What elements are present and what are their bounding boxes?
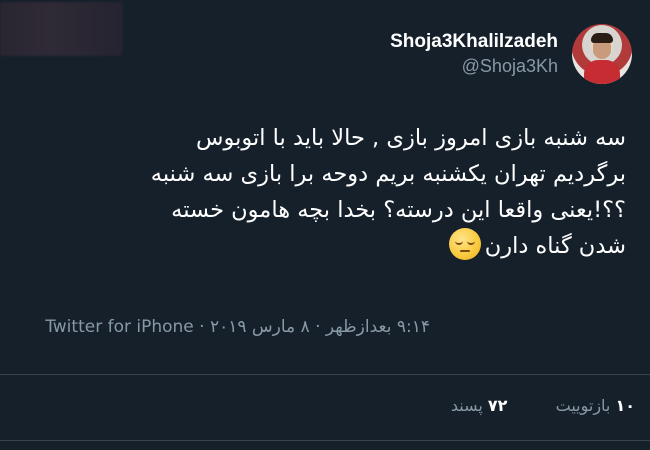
divider-top (0, 374, 650, 375)
meta-separator: · (199, 317, 205, 337)
likes-label[interactable]: پسند (451, 396, 483, 415)
display-name[interactable]: Shoja3Khalilzadeh (390, 30, 558, 54)
tweet-stats: ۱۰ بازتوییت ۷۲ پسند (451, 396, 635, 415)
blurred-image-region (0, 2, 123, 56)
avatar[interactable] (572, 24, 632, 84)
emoji-mouth (459, 250, 470, 252)
likes-count[interactable]: ۷۲ (488, 396, 508, 415)
tweet-text: سه شنبه بازی امروز بازی , حالا باید با ا… (150, 125, 626, 259)
avatar-hair (591, 33, 613, 43)
tweet-source[interactable]: Twitter for iPhone (45, 317, 194, 337)
tweet-text-container: سه شنبه بازی امروز بازی , حالا باید با ا… (26, 120, 626, 264)
tweet-header: Shoja3Khalilzadeh @Shoja3Kh (390, 24, 632, 84)
user-names: Shoja3Khalilzadeh @Shoja3Kh (390, 30, 558, 78)
retweets-label[interactable]: بازتوییت (556, 396, 611, 415)
user-handle[interactable]: @Shoja3Kh (390, 54, 558, 78)
retweets-count[interactable]: ۱۰ (615, 396, 635, 415)
avatar-shirt (584, 60, 620, 84)
pensive-face-icon (448, 228, 481, 260)
tweet-date[interactable]: ۸ مارس ۲۰۱۹ (210, 317, 310, 337)
tweet-meta: ۹:۱۴ بعدازظهر · ۸ مارس ۲۰۱۹ · Twitter fo… (45, 317, 430, 337)
tweet-time[interactable]: ۹:۱۴ بعدازظهر (326, 317, 430, 337)
divider-bottom (0, 440, 650, 441)
